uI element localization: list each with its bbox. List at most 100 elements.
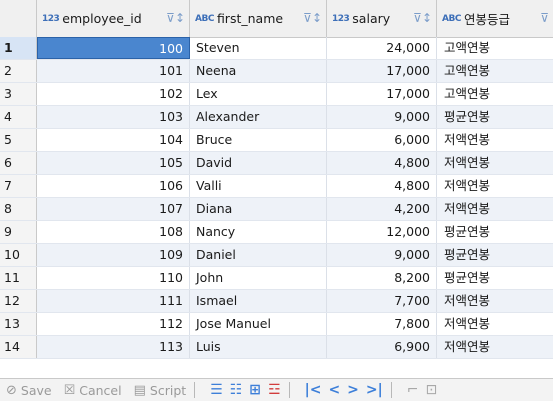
cell-salary[interactable]: 7,700 — [327, 290, 437, 312]
cell-salary[interactable]: 4,200 — [327, 198, 437, 220]
cell-salary-grade[interactable]: 저액연봉 — [437, 198, 553, 220]
cell-salary-grade[interactable]: 저액연봉 — [437, 152, 553, 174]
filter-sort-icon[interactable]: ⊽↕ — [166, 11, 185, 25]
cell-employee-id[interactable]: 102 — [37, 83, 190, 105]
cell-first-name[interactable]: Bruce — [190, 129, 327, 151]
cell-salary[interactable]: 4,800 — [327, 152, 437, 174]
cell-employee-id[interactable]: 107 — [37, 198, 190, 220]
cell-first-name[interactable]: Steven — [190, 37, 327, 59]
copy-row-icon[interactable]: ⊞ — [249, 382, 261, 398]
row-number[interactable]: 14 — [0, 336, 37, 358]
cell-salary[interactable]: 24,000 — [327, 37, 437, 59]
cell-employee-id[interactable]: 106 — [37, 175, 190, 197]
cell-salary[interactable]: 6,900 — [327, 336, 437, 358]
cancel-button[interactable]: ☒ Cancel — [64, 383, 122, 398]
table-row[interactable]: 11 110 John 8,200 평균연봉 — [0, 267, 553, 290]
cell-salary-grade[interactable]: 저액연봉 — [437, 290, 553, 312]
table-row[interactable]: 1 100 Steven 24,000 고액연봉 — [0, 37, 553, 60]
cell-salary-grade[interactable]: 평균연봉 — [437, 221, 553, 243]
cell-salary-grade[interactable]: 고액연봉 — [437, 83, 553, 105]
cell-salary[interactable]: 17,000 — [327, 60, 437, 82]
cell-employee-id[interactable]: 113 — [37, 336, 190, 358]
cell-employee-id[interactable]: 100 — [37, 37, 190, 59]
cell-first-name[interactable]: Lex — [190, 83, 327, 105]
cell-employee-id[interactable]: 109 — [37, 244, 190, 266]
column-header-salary-grade[interactable]: ABC 연봉등급 ⊽ — [437, 0, 553, 37]
table-row[interactable]: 9 108 Nancy 12,000 평균연봉 — [0, 221, 553, 244]
cell-salary[interactable]: 17,000 — [327, 83, 437, 105]
result-grid[interactable]: 123 employee_id ⊽↕ ABC first_name ⊽↕ 123… — [0, 0, 553, 378]
cell-salary[interactable]: 9,000 — [327, 244, 437, 266]
row-number[interactable]: 9 — [0, 221, 37, 243]
table-row[interactable]: 2 101 Neena 17,000 고액연봉 — [0, 60, 553, 83]
cell-salary[interactable]: 12,000 — [327, 221, 437, 243]
cell-salary-grade[interactable]: 평균연봉 — [437, 106, 553, 128]
cell-salary-grade[interactable]: 평균연봉 — [437, 267, 553, 289]
cell-salary[interactable]: 8,200 — [327, 267, 437, 289]
table-row[interactable]: 14 113 Luis 6,900 저액연봉 — [0, 336, 553, 359]
cell-first-name[interactable]: Diana — [190, 198, 327, 220]
column-header-salary[interactable]: 123 salary ⊽↕ — [327, 0, 437, 37]
row-number[interactable]: 5 — [0, 129, 37, 151]
cell-first-name[interactable]: Nancy — [190, 221, 327, 243]
table-row[interactable]: 10 109 Daniel 9,000 평균연봉 — [0, 244, 553, 267]
link-icon[interactable]: ⌐ — [407, 382, 419, 398]
row-number[interactable]: 8 — [0, 198, 37, 220]
table-row[interactable]: 13 112 Jose Manuel 7,800 저액연봉 — [0, 313, 553, 336]
next-page-icon[interactable]: > — [347, 382, 359, 398]
cell-salary-grade[interactable]: 저액연봉 — [437, 313, 553, 335]
row-number[interactable]: 12 — [0, 290, 37, 312]
edit-row-icon[interactable]: ☰ — [210, 382, 223, 398]
cell-first-name[interactable]: Daniel — [190, 244, 327, 266]
row-number[interactable]: 13 — [0, 313, 37, 335]
cell-salary[interactable]: 4,800 — [327, 175, 437, 197]
cell-first-name[interactable]: Valli — [190, 175, 327, 197]
cell-employee-id[interactable]: 101 — [37, 60, 190, 82]
cell-salary-grade[interactable]: 평균연봉 — [437, 244, 553, 266]
row-number[interactable]: 2 — [0, 60, 37, 82]
table-row[interactable]: 12 111 Ismael 7,700 저액연봉 — [0, 290, 553, 313]
row-number[interactable]: 7 — [0, 175, 37, 197]
filter-sort-icon[interactable]: ⊽↕ — [303, 11, 322, 25]
add-row-icon[interactable]: ☷ — [230, 382, 243, 398]
cell-first-name[interactable]: Luis — [190, 336, 327, 358]
last-page-icon[interactable]: >| — [366, 382, 383, 398]
cell-first-name[interactable]: Neena — [190, 60, 327, 82]
table-row[interactable]: 3 102 Lex 17,000 고액연봉 — [0, 83, 553, 106]
column-header-employee-id[interactable]: 123 employee_id ⊽↕ — [37, 0, 190, 37]
cell-first-name[interactable]: Jose Manuel — [190, 313, 327, 335]
cell-first-name[interactable]: John — [190, 267, 327, 289]
cell-first-name[interactable]: David — [190, 152, 327, 174]
cell-salary-grade[interactable]: 저액연봉 — [437, 336, 553, 358]
filter-icon[interactable]: ⊽ — [540, 11, 549, 25]
filter-sort-icon[interactable]: ⊽↕ — [413, 11, 432, 25]
cell-first-name[interactable]: Ismael — [190, 290, 327, 312]
cell-salary[interactable]: 9,000 — [327, 106, 437, 128]
first-page-icon[interactable]: |< — [305, 382, 322, 398]
previous-page-icon[interactable]: < — [328, 382, 340, 398]
cell-salary-grade[interactable]: 고액연봉 — [437, 60, 553, 82]
row-number[interactable]: 1 — [0, 37, 37, 59]
delete-row-icon[interactable]: ☲ — [268, 382, 281, 398]
cell-salary-grade[interactable]: 저액연봉 — [437, 175, 553, 197]
row-number-header[interactable] — [0, 0, 37, 37]
cell-salary-grade[interactable]: 저액연봉 — [437, 129, 553, 151]
table-row[interactable]: 8 107 Diana 4,200 저액연봉 — [0, 198, 553, 221]
row-number[interactable]: 6 — [0, 152, 37, 174]
row-number[interactable]: 3 — [0, 83, 37, 105]
row-number[interactable]: 11 — [0, 267, 37, 289]
cell-salary[interactable]: 7,800 — [327, 313, 437, 335]
save-button[interactable]: ⊘ Save — [6, 383, 52, 398]
row-number[interactable]: 4 — [0, 106, 37, 128]
panel-icon[interactable]: ⊡ — [425, 382, 437, 398]
table-row[interactable]: 5 104 Bruce 6,000 저액연봉 — [0, 129, 553, 152]
column-header-first-name[interactable]: ABC first_name ⊽↕ — [190, 0, 327, 37]
script-button[interactable]: ▤ Script — [134, 383, 187, 398]
table-row[interactable]: 4 103 Alexander 9,000 평균연봉 — [0, 106, 553, 129]
cell-employee-id[interactable]: 104 — [37, 129, 190, 151]
cell-salary-grade[interactable]: 고액연봉 — [437, 37, 553, 59]
cell-employee-id[interactable]: 108 — [37, 221, 190, 243]
cell-employee-id[interactable]: 111 — [37, 290, 190, 312]
cell-employee-id[interactable]: 112 — [37, 313, 190, 335]
row-number[interactable]: 10 — [0, 244, 37, 266]
